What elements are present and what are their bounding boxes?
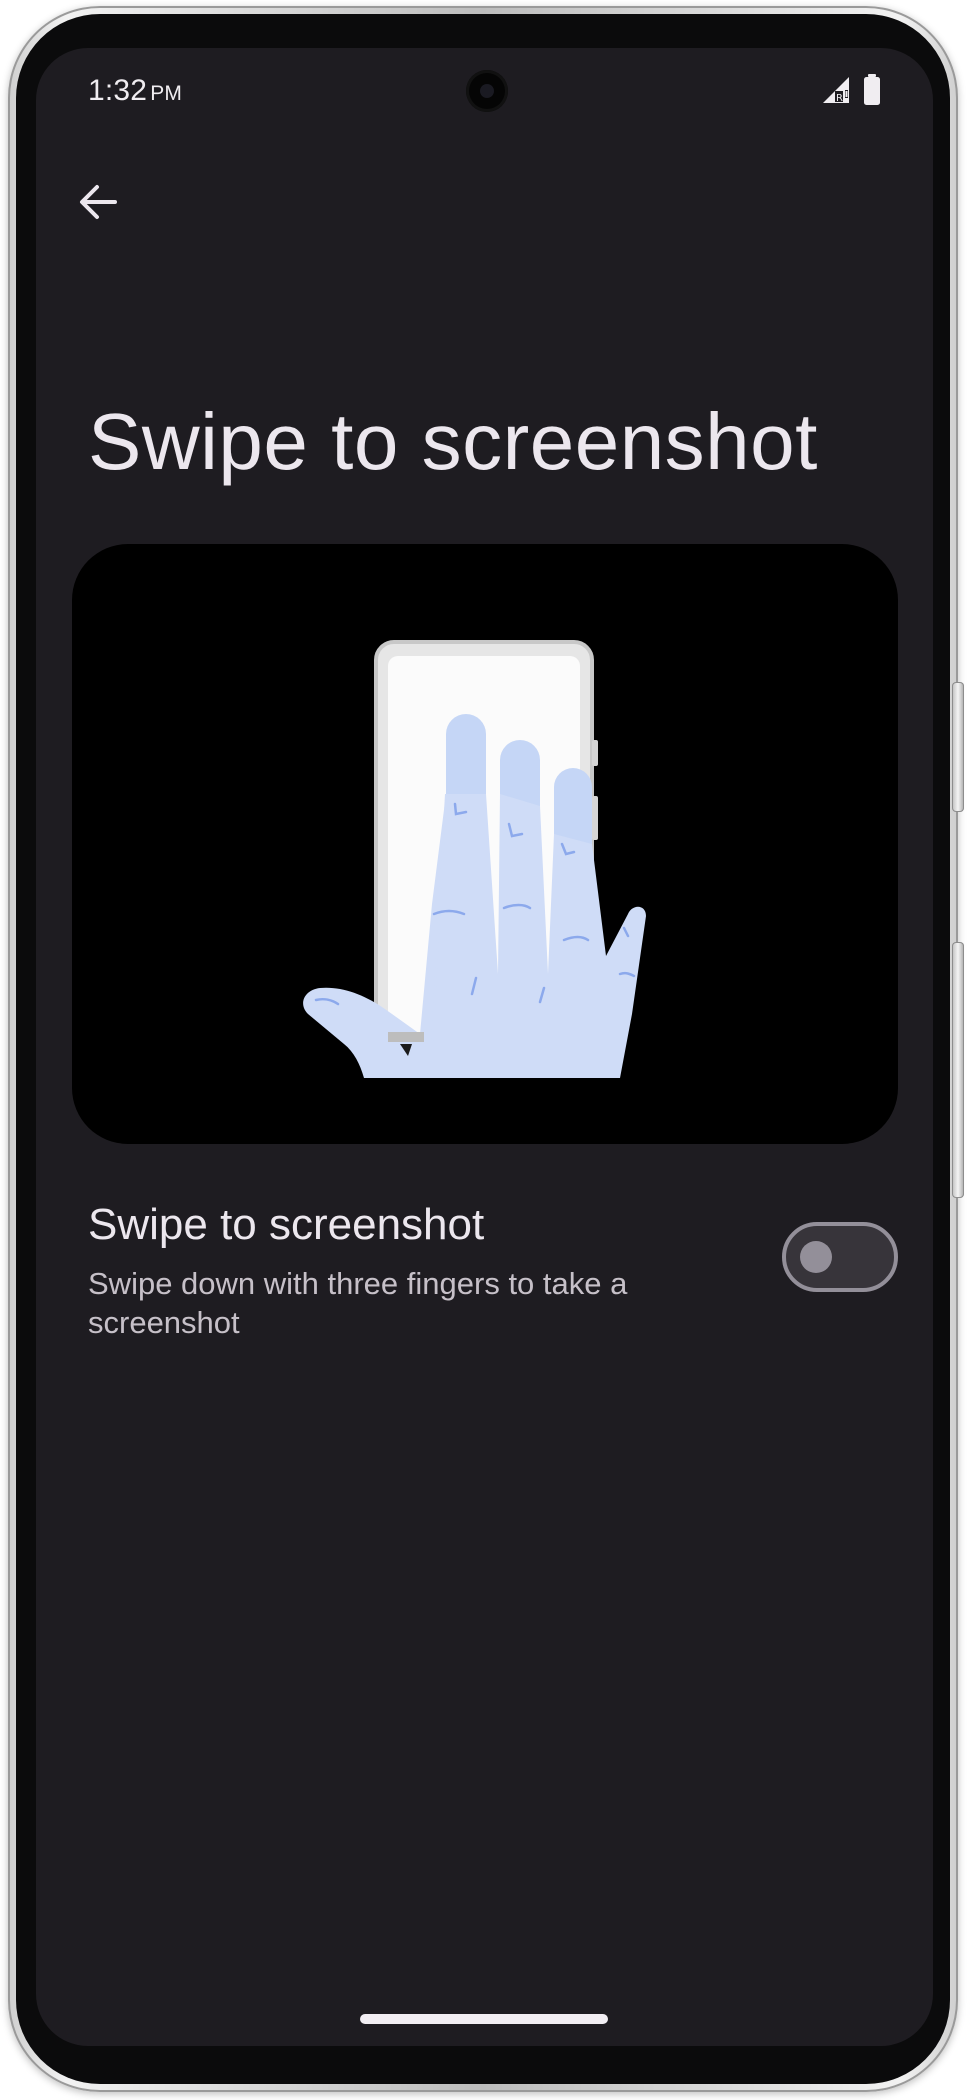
svg-text:R: R bbox=[836, 93, 843, 104]
gesture-navigation-bar[interactable] bbox=[360, 2014, 608, 2024]
setting-summary: Swipe down with three fingers to take a … bbox=[88, 1266, 628, 1340]
three-finger-swipe-hand-illustration bbox=[303, 640, 646, 1078]
volume-button bbox=[952, 942, 964, 1198]
status-time-value: 1:32 bbox=[88, 74, 148, 107]
screen: 1:32 PM R Swipe to screenshot Swipe to s… bbox=[36, 48, 933, 2046]
status-time-ampm: PM bbox=[150, 82, 183, 105]
status-icons: R bbox=[821, 73, 881, 111]
power-button bbox=[952, 682, 964, 812]
swipe-to-screenshot-toggle[interactable] bbox=[782, 1222, 898, 1292]
toggle-thumb bbox=[800, 1241, 832, 1273]
signal-roaming-icon: R bbox=[821, 75, 851, 110]
page-title: Swipe to screenshot bbox=[88, 397, 818, 486]
gesture-illustration bbox=[72, 544, 898, 1144]
setting-title: Swipe to screenshot bbox=[88, 1200, 485, 1249]
battery-icon bbox=[863, 73, 881, 111]
status-bar: 1:32 PM R bbox=[36, 48, 933, 144]
swipe-to-screenshot-setting[interactable]: Swipe to screenshot Swipe down with thre… bbox=[72, 1188, 898, 1348]
back-button[interactable] bbox=[68, 174, 128, 234]
arrow-back-icon bbox=[77, 181, 119, 228]
front-camera bbox=[466, 70, 508, 112]
status-time: 1:32 PM bbox=[88, 74, 182, 108]
